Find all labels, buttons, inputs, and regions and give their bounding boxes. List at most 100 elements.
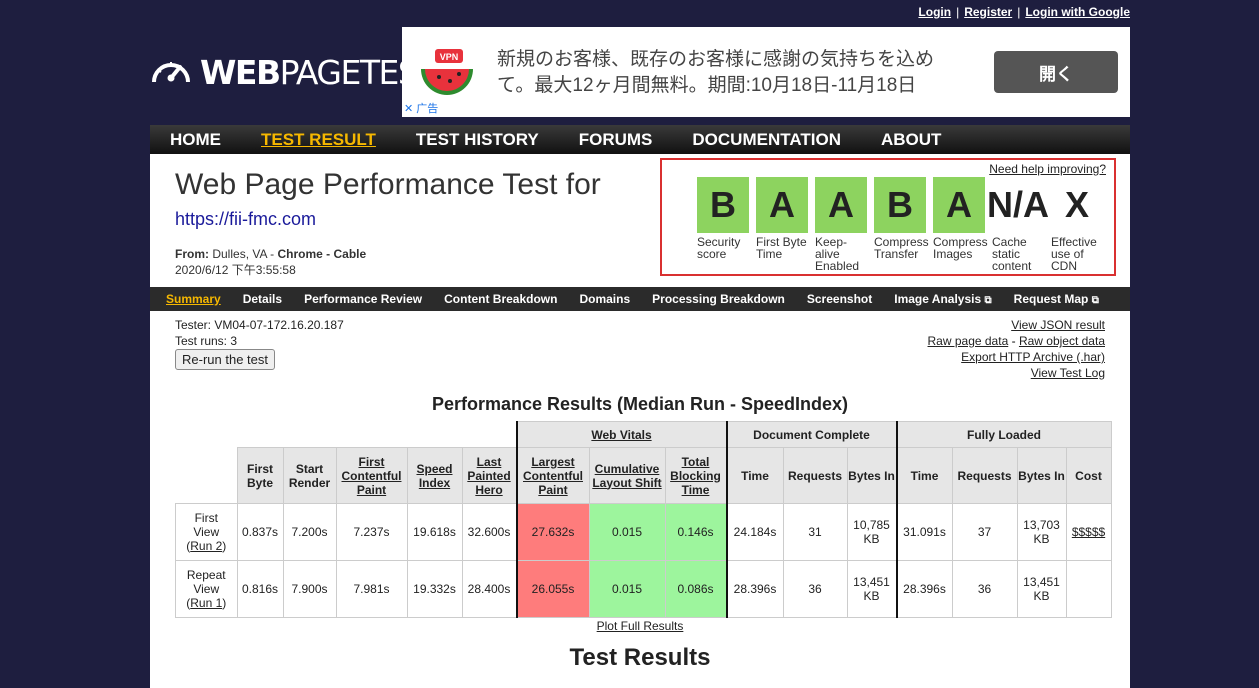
tab-content-breakdown[interactable]: Content Breakdown bbox=[444, 292, 557, 306]
nav-test-result[interactable]: TEST RESULT bbox=[261, 130, 376, 150]
advertisement-banner[interactable]: VPN 新規のお客様、既存のお客様に感謝の気持ちを込めて。最大12ヶ月間無料。期… bbox=[402, 27, 1130, 117]
col-total-blocking-time[interactable]: Total Blocking Time bbox=[664, 447, 728, 504]
run-link[interactable]: Run 1 bbox=[190, 596, 222, 610]
tab-screenshot[interactable]: Screenshot bbox=[807, 292, 872, 306]
external-link-icon: ⧉ bbox=[1091, 295, 1099, 306]
col-full-time: Time bbox=[895, 447, 953, 504]
fully-loaded-header: Fully Loaded bbox=[895, 421, 1112, 448]
cell-doc-requests: 36 bbox=[782, 560, 848, 618]
test-runs: Test runs: 3 bbox=[175, 334, 238, 348]
test-timestamp: 2020/6/12 下午3:55:58 bbox=[175, 263, 296, 277]
tab-domains[interactable]: Domains bbox=[579, 292, 630, 306]
grade-label: Compress Images bbox=[933, 235, 988, 261]
ad-badge-text: VPN bbox=[440, 52, 459, 62]
col-largest-contentful-paint[interactable]: Largest Contentful Paint bbox=[515, 447, 590, 504]
ad-open-button[interactable]: 開く bbox=[994, 51, 1118, 93]
tab-details[interactable]: Details bbox=[243, 292, 282, 306]
raw-object-data-link[interactable]: Raw object data bbox=[1019, 334, 1105, 348]
nav-documentation[interactable]: DOCUMENTATION bbox=[692, 130, 841, 150]
grade-label: Compress Transfer bbox=[874, 235, 929, 261]
tab-summary[interactable]: Summary bbox=[166, 292, 221, 306]
cell-full-time: 31.091s bbox=[895, 503, 953, 561]
logo-text: WEBPAGETEST bbox=[200, 52, 437, 92]
top-links: Login | Register | Login with Google bbox=[918, 5, 1130, 19]
grade-keep-alive[interactable]: A Keep-alive Enabled bbox=[815, 177, 869, 272]
col-cumulative-layout-shift[interactable]: Cumulative Layout Shift bbox=[588, 447, 666, 504]
login-link[interactable]: Login bbox=[918, 5, 951, 19]
grade-value: N/A bbox=[987, 184, 1049, 225]
performance-results-table: Web Vitals Document Complete Fully Loade… bbox=[175, 421, 1112, 618]
raw-page-data-link[interactable]: Raw page data bbox=[928, 334, 1009, 348]
raw-links-separator: - bbox=[1011, 334, 1016, 348]
nav-forums[interactable]: FORUMS bbox=[579, 130, 653, 150]
col-speed-index[interactable]: Speed Index bbox=[406, 447, 463, 504]
tab-image-analysis[interactable]: Image Analysis ⧉ bbox=[894, 292, 991, 306]
export-har-link[interactable]: Export HTTP Archive (.har) bbox=[961, 350, 1105, 364]
grade-compress-transfer[interactable]: B Compress Transfer bbox=[874, 177, 929, 261]
grade-compress-images[interactable]: A Compress Images bbox=[933, 177, 988, 261]
register-link[interactable]: Register bbox=[964, 5, 1012, 19]
col-first-byte: First Byte bbox=[236, 447, 284, 504]
cell-start-render: 7.200s bbox=[282, 503, 337, 561]
cell-full-bytes: 13,703 KB bbox=[1016, 503, 1067, 561]
view-test-log-link[interactable]: View Test Log bbox=[1031, 366, 1105, 380]
cell-lcp: 27.632s bbox=[515, 503, 590, 561]
grade-label: Security score bbox=[697, 235, 741, 261]
tested-url-link[interactable]: https://fii-fmc.com bbox=[175, 209, 316, 230]
plot-full-results-link[interactable]: Plot Full Results bbox=[597, 619, 684, 633]
nav-home[interactable]: HOME bbox=[170, 130, 221, 150]
watermelon-ad-icon: VPN bbox=[417, 43, 477, 103]
cell-fcp: 7.237s bbox=[335, 503, 408, 561]
tab-processing-breakdown[interactable]: Processing Breakdown bbox=[652, 292, 785, 306]
plot-full-results: Plot Full Results bbox=[150, 619, 1130, 633]
web-vitals-header[interactable]: Web Vitals bbox=[515, 421, 728, 448]
ad-tag[interactable]: ✕ 广告 bbox=[404, 100, 438, 116]
cell-full-requests: 36 bbox=[951, 560, 1018, 618]
nav-test-history[interactable]: TEST HISTORY bbox=[416, 130, 539, 150]
main-nav: HOME TEST RESULT TEST HISTORY FORUMS DOC… bbox=[150, 125, 1130, 154]
tab-request-map[interactable]: Request Map ⧉ bbox=[1014, 292, 1099, 306]
cell-doc-requests: 31 bbox=[782, 503, 848, 561]
tab-performance-review[interactable]: Performance Review bbox=[304, 292, 422, 306]
cell-cost bbox=[1065, 560, 1112, 618]
cell-doc-bytes: 13,451 KB bbox=[846, 560, 897, 618]
rerun-test-button[interactable]: Re-run the test bbox=[175, 349, 275, 370]
cell-last-painted-hero: 32.600s bbox=[461, 503, 517, 561]
cell-speed-index: 19.332s bbox=[406, 560, 463, 618]
cell-full-requests: 37 bbox=[951, 503, 1018, 561]
col-last-painted-hero[interactable]: Last Painted Hero bbox=[461, 447, 517, 504]
cell-doc-time: 24.184s bbox=[726, 503, 784, 561]
grade-label: Effective use of CDN bbox=[1051, 235, 1097, 273]
top-links-separator: | bbox=[956, 5, 960, 19]
grade-label: Keep-alive Enabled bbox=[815, 235, 860, 273]
col-cost: Cost bbox=[1065, 447, 1112, 504]
grade-label: Cache static content bbox=[992, 235, 1032, 273]
cell-first-byte: 0.816s bbox=[236, 560, 284, 618]
login-google-link[interactable]: Login with Google bbox=[1025, 5, 1130, 19]
table-row: Repeat View (Run 1) 0.816s 7.900s 7.981s 1… bbox=[175, 560, 1112, 618]
performance-results-title: Performance Results (Median Run - SpeedI… bbox=[431, 394, 849, 414]
grade-value: B bbox=[697, 177, 749, 233]
table-column-header-row: First Byte Start Render First Contentful… bbox=[175, 447, 1112, 504]
nav-about[interactable]: ABOUT bbox=[881, 130, 941, 150]
need-help-link[interactable]: Need help improving? bbox=[989, 162, 1106, 176]
main-content: Web Page Performance Test for https://fi… bbox=[150, 154, 1130, 688]
grade-first-byte[interactable]: A First Byte Time bbox=[756, 177, 810, 260]
view-json-link[interactable]: View JSON result bbox=[1011, 318, 1105, 332]
cell-tbt: 0.146s bbox=[664, 503, 728, 561]
row-label-repeat-view: Repeat View (Run 1) bbox=[175, 560, 238, 618]
cell-cost[interactable]: $$$$$ bbox=[1065, 503, 1112, 561]
test-results-heading: Test Results bbox=[569, 644, 711, 671]
grade-security[interactable]: B Security score bbox=[697, 177, 751, 260]
grade-cdn[interactable]: X Effective use of CDN bbox=[1051, 177, 1105, 272]
cell-first-byte: 0.837s bbox=[236, 503, 284, 561]
grade-label: First Byte Time bbox=[756, 235, 807, 261]
col-full-bytes-in: Bytes In bbox=[1016, 447, 1067, 504]
speedometer-icon bbox=[150, 54, 192, 91]
cell-speed-index: 19.618s bbox=[406, 503, 463, 561]
row-label-first-view: First View (Run 2) bbox=[175, 503, 238, 561]
run-link[interactable]: Run 2 bbox=[190, 539, 222, 553]
webpagetest-logo[interactable]: WEBPAGETEST bbox=[150, 50, 437, 94]
col-first-contentful-paint[interactable]: First Contentful Paint bbox=[335, 447, 408, 504]
grade-cache-static[interactable]: N/A Cache static content bbox=[987, 177, 1049, 273]
